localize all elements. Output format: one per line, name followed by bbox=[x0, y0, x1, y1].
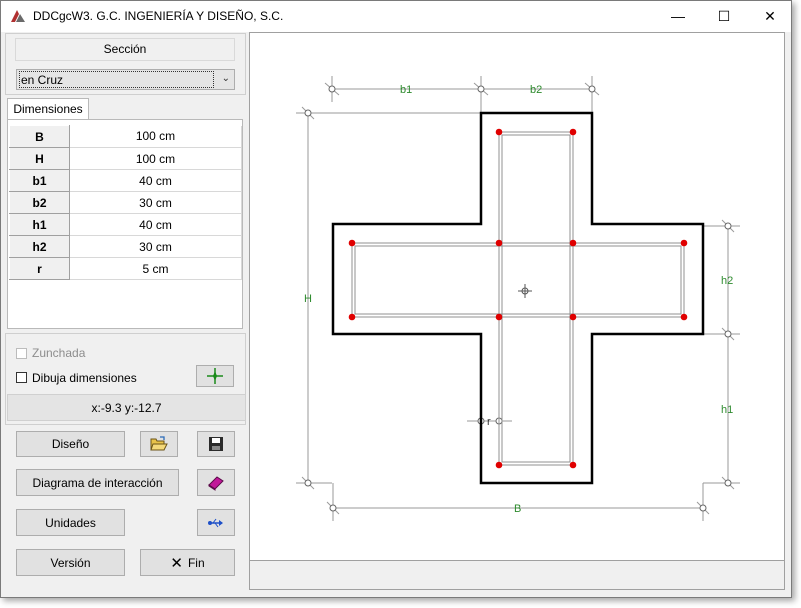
seccion-select[interactable]: en Cruz ⌄ bbox=[16, 69, 235, 90]
rebar-bar bbox=[569, 128, 577, 136]
seccion-label: Sección bbox=[15, 38, 235, 61]
pick-point-button[interactable] bbox=[196, 365, 234, 387]
close-button[interactable]: ✕ bbox=[747, 1, 791, 32]
maximize-button[interactable]: ☐ bbox=[701, 1, 747, 32]
minimize-button[interactable]: — bbox=[655, 1, 701, 32]
rebar-bar bbox=[348, 313, 356, 321]
open-button[interactable] bbox=[140, 431, 178, 457]
fin-label: Fin bbox=[187, 555, 205, 570]
dimension-row-H[interactable]: H 100 cm bbox=[9, 147, 242, 170]
drawing-canvas[interactable]: b1 b2 H h2 h1 B r bbox=[249, 32, 785, 561]
zunchada-checkbox[interactable] bbox=[16, 348, 27, 359]
rebar-bar bbox=[569, 313, 577, 321]
dimension-value[interactable]: 100 cm bbox=[69, 147, 242, 170]
book-icon bbox=[208, 475, 224, 491]
dimension-row-h2[interactable]: h2 30 cm bbox=[9, 235, 242, 258]
rebar-bar bbox=[495, 128, 503, 136]
save-button[interactable] bbox=[197, 431, 235, 457]
dim-label-h1: h1 bbox=[721, 404, 733, 416]
dim-label-r: r bbox=[487, 416, 491, 428]
book-button[interactable] bbox=[197, 469, 235, 496]
dimension-key: b2 bbox=[9, 191, 70, 214]
dimension-value[interactable]: 100 cm bbox=[69, 125, 242, 148]
version-button[interactable]: Versión bbox=[16, 549, 125, 576]
dimension-key: r bbox=[9, 257, 70, 280]
main-window: DDCgcW3. G.C. INGENIERÍA Y DISEÑO, S.C. … bbox=[0, 0, 792, 598]
dimension-value[interactable]: 40 cm bbox=[69, 213, 242, 236]
chevron-down-icon: ⌄ bbox=[221, 73, 230, 84]
dimension-row-h1[interactable]: h1 40 cm bbox=[9, 213, 242, 236]
dimension-key: b1 bbox=[9, 169, 70, 192]
dimension-row-r[interactable]: r5 cm bbox=[9, 257, 242, 280]
dim-label-b2: b2 bbox=[530, 84, 542, 96]
crosshair-pick-icon bbox=[207, 368, 223, 384]
dimension-key: B bbox=[9, 125, 70, 148]
folder-open-icon bbox=[150, 436, 168, 451]
rebar-bar bbox=[680, 239, 688, 247]
dim-label-b1: b1 bbox=[400, 84, 412, 96]
rebar-bar bbox=[495, 239, 503, 247]
dimensiones-panel: B 100 cm H 100 cm b1 40 cm b2 30 cm h1 40 cm h2 30 … bbox=[7, 119, 243, 329]
rebar-bar bbox=[495, 313, 503, 321]
dim-label-h2: h2 bbox=[721, 275, 733, 287]
dimension-value[interactable]: 5 cm bbox=[69, 257, 242, 280]
dimensiones-grid: B 100 cm H 100 cm b1 40 cm b2 30 cm h1 40 cm h2 30 … bbox=[9, 125, 242, 280]
rebar-bar bbox=[680, 313, 688, 321]
dimension-row-b1[interactable]: b1 40 cm bbox=[9, 169, 242, 192]
app-icon bbox=[11, 10, 25, 22]
dimension-value[interactable]: 30 cm bbox=[69, 191, 242, 214]
stirrups bbox=[351, 131, 685, 466]
rebar-bar bbox=[569, 239, 577, 247]
centroid-marker bbox=[518, 284, 532, 298]
close-icon: ✕ bbox=[764, 8, 776, 24]
usb-arrows-icon bbox=[208, 518, 223, 527]
diagrama-interaccion-button[interactable]: Diagrama de interacción bbox=[16, 469, 179, 496]
zunchada-label: Zunchada bbox=[32, 346, 86, 360]
dimension-row-B[interactable]: B 100 cm bbox=[9, 125, 242, 148]
dimension-nodes bbox=[304, 85, 732, 512]
rebar-points bbox=[348, 128, 688, 469]
rebar-bar bbox=[495, 461, 503, 469]
unidades-button[interactable]: Unidades bbox=[16, 509, 125, 536]
rebar-bar bbox=[348, 239, 356, 247]
x-icon: ✕ bbox=[170, 554, 183, 572]
dimension-row-b2[interactable]: b2 30 cm bbox=[9, 191, 242, 214]
dimension-value[interactable]: 30 cm bbox=[69, 235, 242, 258]
units-convert-button[interactable] bbox=[197, 509, 235, 536]
cross-section-outline bbox=[331, 111, 705, 485]
dimension-key: H bbox=[9, 147, 70, 170]
minimize-icon: — bbox=[671, 8, 685, 24]
maximize-icon: ☐ bbox=[717, 8, 731, 24]
floppy-disk-icon bbox=[209, 437, 223, 451]
dim-label-H: H bbox=[304, 293, 312, 305]
cross-section-drawing[interactable]: b1 b2 H h2 h1 B r bbox=[250, 33, 784, 560]
dibuja-dimensiones-checkbox[interactable] bbox=[16, 372, 27, 383]
seccion-selected-value: en Cruz bbox=[19, 71, 214, 88]
dimension-lines bbox=[296, 76, 740, 521]
dim-label-B: B bbox=[514, 503, 521, 515]
tab-dimensiones[interactable]: Dimensiones bbox=[7, 98, 89, 120]
diseno-button[interactable]: Diseño bbox=[16, 431, 125, 457]
dimension-key: h1 bbox=[9, 213, 70, 236]
dimension-key: h2 bbox=[9, 235, 70, 258]
left-panel: Sección en Cruz ⌄ Dimensiones B 100 cm H 10… bbox=[2, 32, 247, 592]
dibuja-dimensiones-label: Dibuja dimensiones bbox=[32, 371, 137, 385]
window-title: DDCgcW3. G.C. INGENIERÍA Y DISEÑO, S.C. bbox=[33, 9, 284, 23]
rebar-bar bbox=[569, 461, 577, 469]
title-bar[interactable]: DDCgcW3. G.C. INGENIERÍA Y DISEÑO, S.C. … bbox=[1, 1, 791, 32]
fin-button[interactable]: ✕ Fin bbox=[140, 549, 235, 576]
dimension-labels: b1 b2 H h2 h1 B r bbox=[304, 84, 733, 515]
dimension-value[interactable]: 40 cm bbox=[69, 169, 242, 192]
status-bar bbox=[249, 561, 785, 590]
coordinates-readout: x:-9.3 y:-12.7 bbox=[7, 394, 246, 421]
